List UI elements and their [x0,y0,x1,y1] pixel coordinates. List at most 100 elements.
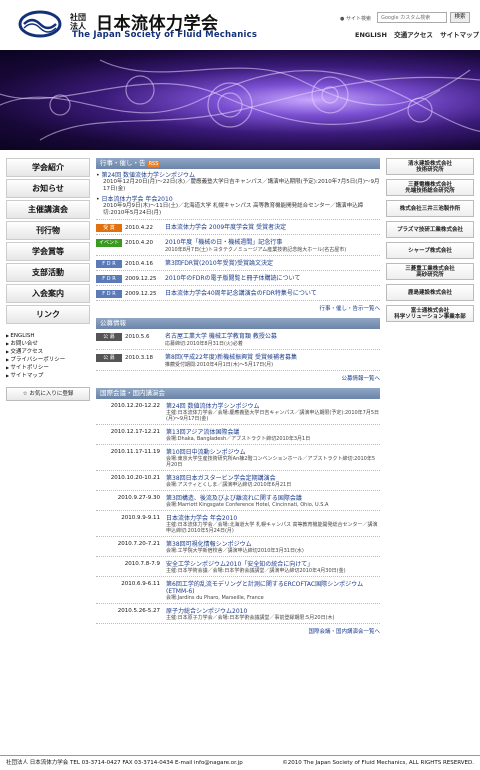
sponsor-banner[interactable]: 株式会社三井三池製作所 [386,200,474,217]
conference-row: 2010.6.9-6.11 第6回工学的乱流モデリングと計測に関するERCOFTA… [96,581,380,601]
news-row: F D R 2010.4.16 第3回FDR賞(2010年受賞)受賞論文決定 [96,260,380,268]
search-button[interactable]: 検索 [450,12,470,23]
rss-icon[interactable]: RSS [147,161,160,167]
category-badge: 公 募 [96,354,122,362]
conference-title[interactable]: 第24回 数値流体力学シンポジウム [166,403,380,410]
news-row: F D R 2009.12.25 日本流体力学会40周年記念講演会のFDR特集号につ… [96,290,380,298]
nav-news[interactable]: お知らせ [6,179,90,198]
sponsor-banner[interactable]: プラズマ技研工業株式会社 [386,221,474,238]
conference-date: 2010.11.17-11.19 [110,449,160,455]
news-title[interactable]: 2010年のFDRの電子版閲覧と冊子体購読について [165,275,380,283]
conference-title[interactable]: 原子力総合シンポジウム2010 [166,608,380,615]
conference-row: 2010.7.8-7.9 安全工学シンポジウム2010「安全知の統合に向けて」 主催… [96,561,380,574]
news-title[interactable]: 日本流体力学会 2009年度学会賞 受賞者決定 [165,224,380,232]
news-item: 日本流体力学会 年会2010 2010年9月9日(木)〜11日(土)／北海道大学… [96,196,380,217]
news-title[interactable]: 第24回 数値流体力学シンポジウム [96,172,380,179]
news-row: F D R 2009.12.25 2010年のFDRの電子版閲覧と冊子体購読について [96,275,380,283]
conferences-more-link[interactable]: 国際会議・国内講演会一覧へ [96,627,380,635]
news-title[interactable]: 日本流体力学会 年会2010 [96,196,380,203]
sublink-site-policy[interactable]: サイトポリシー [6,364,90,372]
site-header: 社団 法人 日本流体力学会 The Japan Society of Fluid… [0,0,480,50]
conference-detail: 主催:日本原子力学会／会場:日本学術会議講堂／事前登録期限:5月20日(木) [166,615,335,621]
top-link-sitemap[interactable]: サイトマップ [440,31,479,39]
sponsor-banner[interactable]: シャープ株式会社 [386,242,474,259]
news-date: 2010.3.18 [125,355,153,361]
conference-date: 2010.7.8-7.9 [124,561,160,567]
conference-title[interactable]: 第3回構造、後流及びよび離流れに関する国際会議 [166,495,380,502]
sub-links: ENGLISH お問い合せ 交通アクセス プライバシーポリシー サイトポリシー … [6,332,90,380]
conferences-header: 国際会議・国内講演会 [96,388,380,399]
news-title[interactable]: 第8回(平成22年度)新機械振興賞 受賞候補者募集 [165,354,380,362]
news-detail: 2010年12月20日(月)〜22日(水)／慶應義塾大学日吉キャンパス／講演申込… [103,179,380,192]
sublink-privacy[interactable]: プライバシーポリシー [6,356,90,364]
events-more-link[interactable]: 行事・催し・告示一覧へ [96,304,380,312]
news-detail: 推薦受付期間:2010年4月1日(木)〜5月17日(月) [165,362,274,368]
conference-date: 2010.12.20-12.22 [110,403,160,409]
sublink-sitemap[interactable]: サイトマップ [6,372,90,380]
recruit-more-link[interactable]: 公募情報一覧へ [96,374,380,382]
conference-title[interactable]: 第38回可視化情報シンポジウム [166,541,380,548]
conference-detail: 主催:日本学術会議／会場:日本学術会議講堂／講演申込締切2010年4月30日(金… [166,568,346,574]
nav-links[interactable]: リンク [6,305,90,324]
conference-title[interactable]: 第38回日本ガスタービン学会定期講演会 [166,475,380,482]
sponsor-banner[interactable]: 三菱電機株式会社 先端技術総合研究所 [386,179,474,196]
conference-title[interactable]: 安全工学シンポジウム2010「安全知の統合に向けて」 [166,561,380,568]
left-sidebar: 学会紹介 お知らせ 主催講演会 刊行物 学会賞等 支部活動 入会案内 リンク E… [6,158,90,401]
search-input[interactable] [377,12,447,23]
hero-banner-image [0,50,480,150]
conference-date: 2010.10.20-10.21 [110,475,160,481]
conference-row: 2010.5.26-5.27 原子力総合シンポジウム2010 主催:日本原子力学会／… [96,608,380,621]
category-badge: 公 募 [96,333,122,341]
nav-membership[interactable]: 入会案内 [6,284,90,303]
top-links: ENGLISH 交通アクセス サイトマップ [350,29,479,39]
news-date: 2010.4.20 [125,240,153,246]
conference-title[interactable]: 日本流体力学会 年会2010 [166,515,380,522]
sponsor-banner[interactable]: 鹿島建設株式会社 [386,284,474,301]
conference-detail: 会場:Dhaka, Bangladesh／アブストラクト締切2010年3月1日 [166,436,311,442]
conference-title[interactable]: 第13回アジア流体国際会議 [166,429,380,436]
sponsor-banner[interactable]: 三菱重工業株式会社 高砂研究所 [386,263,474,280]
conference-title[interactable]: 第10回日中流動シンポジウム [166,449,380,456]
nav-publications[interactable]: 刊行物 [6,221,90,240]
top-link-access[interactable]: 交通アクセス [394,31,433,39]
footer-contact: 社団法人 日本流体力学会 TEL 03-3714-0427 FAX 03-371… [6,760,243,766]
conference-row: 2010.7.20-7.21 第38回可視化情報シンポジウム 会場:工学院大学新宿校… [96,541,380,554]
sublink-contact[interactable]: お問い合せ [6,340,90,348]
category-badge: F D R [96,275,122,283]
nav-lectures[interactable]: 主催講演会 [6,200,90,219]
conference-detail: 主催:日本流体力学会／会場:北海道大学 札幌キャンパス 高等教育機能開発総合セン… [166,522,378,534]
news-title[interactable]: 2010年度「機械の日・機械週間」記念行事 [165,239,380,247]
conference-row: 2010.10.20-10.21 第38回日本ガスタービン学会定期講演会 会場:アス… [96,475,380,488]
news-item: 第24回 数値流体力学シンポジウム 2010年12月20日(月)〜22日(水)／… [96,172,380,193]
category-badge: イベント [96,239,122,247]
sublink-access[interactable]: 交通アクセス [6,348,90,356]
sponsor-banner[interactable]: 清水建設株式会社 技術研究所 [386,158,474,175]
news-title[interactable]: 第3回FDR賞(2010年受賞)受賞論文決定 [165,260,380,268]
news-date: 2010.4.22 [125,225,153,231]
footer-copyright: ©2010 The Japan Society of Fluid Mechani… [282,760,474,766]
conference-row: 2010.9.9-9.11 日本流体力学会 年会2010 主催:日本流体力学会／会場… [96,515,380,534]
news-date: 2009.12.25 [125,291,157,297]
news-title[interactable]: 日本流体力学会40周年記念講演会のFDR特集号について [165,290,380,298]
conference-title[interactable]: 第6回工学的乱流モデリングと計測に関するERCOFTAC国際シンポジウム(ETM… [166,581,380,595]
conference-detail: 会場:Jardins du Pharo, Marseille, France [166,595,264,601]
add-favorite-button[interactable]: ☆ お気に入りに登録 [6,387,90,401]
category-badge: F D R [96,260,122,268]
conference-detail: 会場:東京大学生産技術研究所An棟2階コンベンションホール／アブストラクト締切:… [166,456,376,468]
logo-corporation-label: 社団 法人 [70,13,86,31]
top-link-english[interactable]: ENGLISH [355,31,387,39]
news-detail: 2010年8月7日(土)トヨタテクノミュージアム産業技術記念館大ホール(名古屋市… [165,247,347,253]
news-title[interactable]: 名古屋工業大学 機械工学教育類 教授公募 [165,333,380,341]
conference-row: 2010.9.27-9.30 第3回構造、後流及びよび離流れに関する国際会議 会場:… [96,495,380,508]
conference-detail: 主催:日本流体力学会／会場:慶應義塾大学日吉キャンパス／講演申込期限(予定):2… [166,410,380,422]
category-badge: F D R [96,290,122,298]
search-label: ● サイト検索 [340,16,371,22]
sponsor-banner[interactable]: 富士通株式会社 科学ソリューション事業本部 [386,305,474,322]
society-logo-icon[interactable] [18,10,62,38]
conference-date: 2010.6.9-6.11 [121,581,160,587]
nav-awards[interactable]: 学会賞等 [6,242,90,261]
nav-about[interactable]: 学会紹介 [6,158,90,177]
news-row: 公 募 2010.3.18 第8回(平成22年度)新機械振興賞 受賞候補者募集 推薦受… [96,354,380,368]
nav-branches[interactable]: 支部活動 [6,263,90,282]
sublink-english[interactable]: ENGLISH [6,332,90,340]
